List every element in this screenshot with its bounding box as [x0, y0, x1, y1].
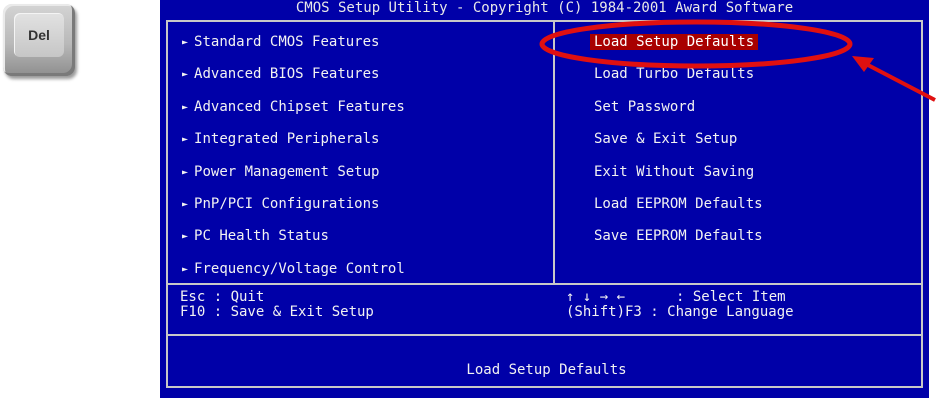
submenu-arrow-icon: ► [182, 199, 189, 210]
menu-item-pnp-pci[interactable]: ► PnP/PCI Configurations [182, 194, 379, 214]
menu-item-save-exit[interactable]: Save & Exit Setup [594, 129, 737, 149]
vertical-divider [553, 22, 555, 283]
selected-item-highlight: Load Setup Defaults [590, 34, 759, 50]
menu-item-integrated-peripherals[interactable]: ► Integrated Peripherals [182, 129, 379, 149]
bios-title: CMOS Setup Utility - Copyright (C) 1984-… [160, 0, 929, 17]
help-esc-quit: Esc : Quit [180, 289, 265, 305]
menu-item-frequency-voltage[interactable]: ► Frequency/Voltage Control [182, 259, 405, 279]
status-bar-text: Load Setup Defaults [466, 362, 627, 378]
help-select-item: : Select Item [676, 289, 786, 305]
bios-screen: CMOS Setup Utility - Copyright (C) 1984-… [160, 0, 929, 398]
bios-panel: ► Standard CMOS Features ► Advanced BIOS F… [166, 20, 923, 388]
submenu-arrow-icon: ► [182, 69, 189, 80]
submenu-arrow-icon: ► [182, 264, 189, 275]
menu-item-standard-cmos[interactable]: ► Standard CMOS Features [182, 32, 379, 52]
menu-item-advanced-bios[interactable]: ► Advanced BIOS Features [182, 64, 379, 84]
menu-item-load-eeprom[interactable]: Load EEPROM Defaults [594, 194, 763, 214]
submenu-arrow-icon: ► [182, 37, 189, 48]
help-divider [168, 334, 921, 336]
del-key-icon: Del [3, 4, 75, 76]
del-key-label: Del [14, 13, 64, 57]
help-change-language: (Shift)F3 : Change Language [566, 304, 794, 320]
submenu-arrow-icon: ► [182, 102, 189, 113]
menu-item-exit-without-saving[interactable]: Exit Without Saving [594, 162, 754, 182]
help-arrow-keys: ↑ ↓ → ← [566, 289, 626, 305]
submenu-arrow-icon: ► [182, 134, 189, 145]
menu-item-advanced-chipset[interactable]: ► Advanced Chipset Features [182, 97, 405, 117]
help-f10-save: F10 : Save & Exit Setup [180, 304, 374, 320]
submenu-arrow-icon: ► [182, 167, 189, 178]
menu-divider [168, 283, 921, 285]
menu-item-pc-health[interactable]: ► PC Health Status [182, 226, 329, 246]
menu-item-save-eeprom[interactable]: Save EEPROM Defaults [594, 226, 763, 246]
menu-item-power-management[interactable]: ► Power Management Setup [182, 162, 379, 182]
submenu-arrow-icon: ► [182, 231, 189, 242]
menu-item-load-setup-defaults[interactable]: Load Setup Defaults [590, 32, 759, 52]
menu-item-set-password[interactable]: Set Password [594, 97, 695, 117]
menu-item-load-turbo-defaults[interactable]: Load Turbo Defaults [594, 64, 754, 84]
